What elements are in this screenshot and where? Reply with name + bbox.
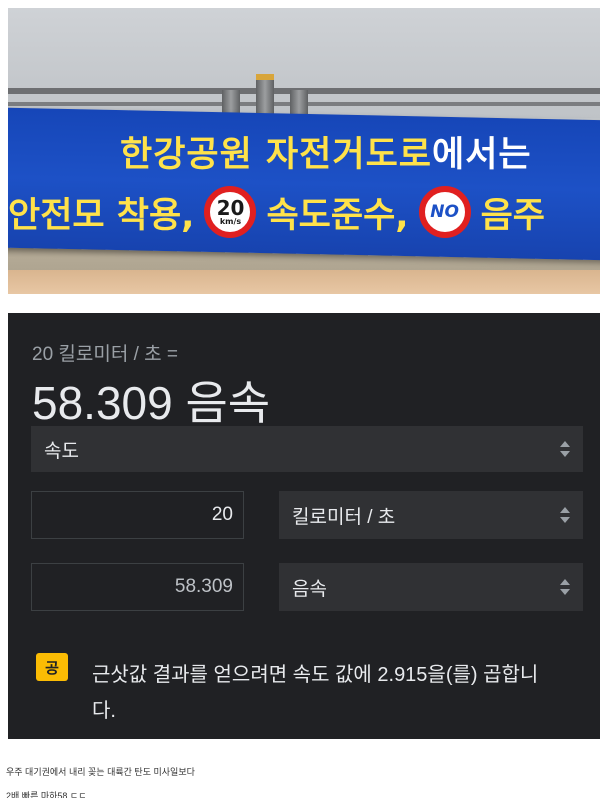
output-unit-select[interactable]: 음속 xyxy=(279,563,583,611)
caption-line2: 2배 빠른 마하58 ㄷㄷ xyxy=(6,791,87,798)
banner-line2-part2: 속도준수, xyxy=(266,195,409,236)
input-unit-label: 킬로미터 / 초 xyxy=(292,506,396,528)
quantity-select[interactable]: 속도 xyxy=(31,426,583,472)
formula-badge: 공 xyxy=(36,653,68,681)
output-value-field[interactable]: 58.309 xyxy=(31,563,244,611)
banner-line1-yellow: 한강공원 자전거도로 xyxy=(120,135,432,175)
banner-line2-part3: 음주 xyxy=(480,195,545,236)
curb xyxy=(8,270,600,294)
select-arrows-icon xyxy=(560,579,570,595)
input-value: 20 xyxy=(211,504,233,525)
no-sign-icon: NO xyxy=(418,186,471,238)
conversion-result: 58.309 음속 xyxy=(32,377,271,429)
unit-converter-panel: 20 킬로미터 / 초 = 58.309 음속 속도 20 킬로미터 / 초 5… xyxy=(8,313,600,739)
banner-text-line2: 안전모 착용, 20 km/s 속도준수, NO 음주 xyxy=(8,186,545,238)
post-caption: 우주 대기권에서 내리 꽂는 대륙간 탄도 미사일보다 2배 빠른 마하58 ㄷ… xyxy=(6,760,195,798)
select-arrows-icon xyxy=(560,507,570,523)
select-arrows-icon xyxy=(560,441,570,457)
output-value: 58.309 xyxy=(174,576,233,597)
speed-limit-number: 20 xyxy=(216,196,245,220)
conversion-equation: 20 킬로미터 / 초 = xyxy=(32,344,179,365)
formula-text: 근삿값 결과를 얻으려면 속도 값에 2.915을(를) 곱합니다. xyxy=(92,664,539,722)
speed-limit-unit: km/s xyxy=(219,217,242,226)
banner-photo: 한강공원 자전거도로에서는 안전모 착용, 20 km/s 속도준수, NO 음… xyxy=(8,8,600,294)
no-sign-text: NO xyxy=(430,202,459,222)
quantity-select-label: 속도 xyxy=(44,440,79,462)
banner-text-line1: 한강공원 자전거도로에서는 xyxy=(120,126,532,177)
rail-post-cap xyxy=(256,74,274,80)
input-unit-select[interactable]: 킬로미터 / 초 xyxy=(279,491,583,539)
banner-line2-part1: 안전모 착용, xyxy=(8,195,195,236)
caption-line1: 우주 대기권에서 내리 꽂는 대륙간 탄도 미사일보다 xyxy=(6,767,195,777)
banner-line1-white: 에서는 xyxy=(432,135,532,175)
speed-limit-sign-icon: 20 km/s xyxy=(204,186,257,238)
output-unit-label: 음속 xyxy=(292,578,327,600)
input-value-field[interactable]: 20 xyxy=(31,491,244,539)
